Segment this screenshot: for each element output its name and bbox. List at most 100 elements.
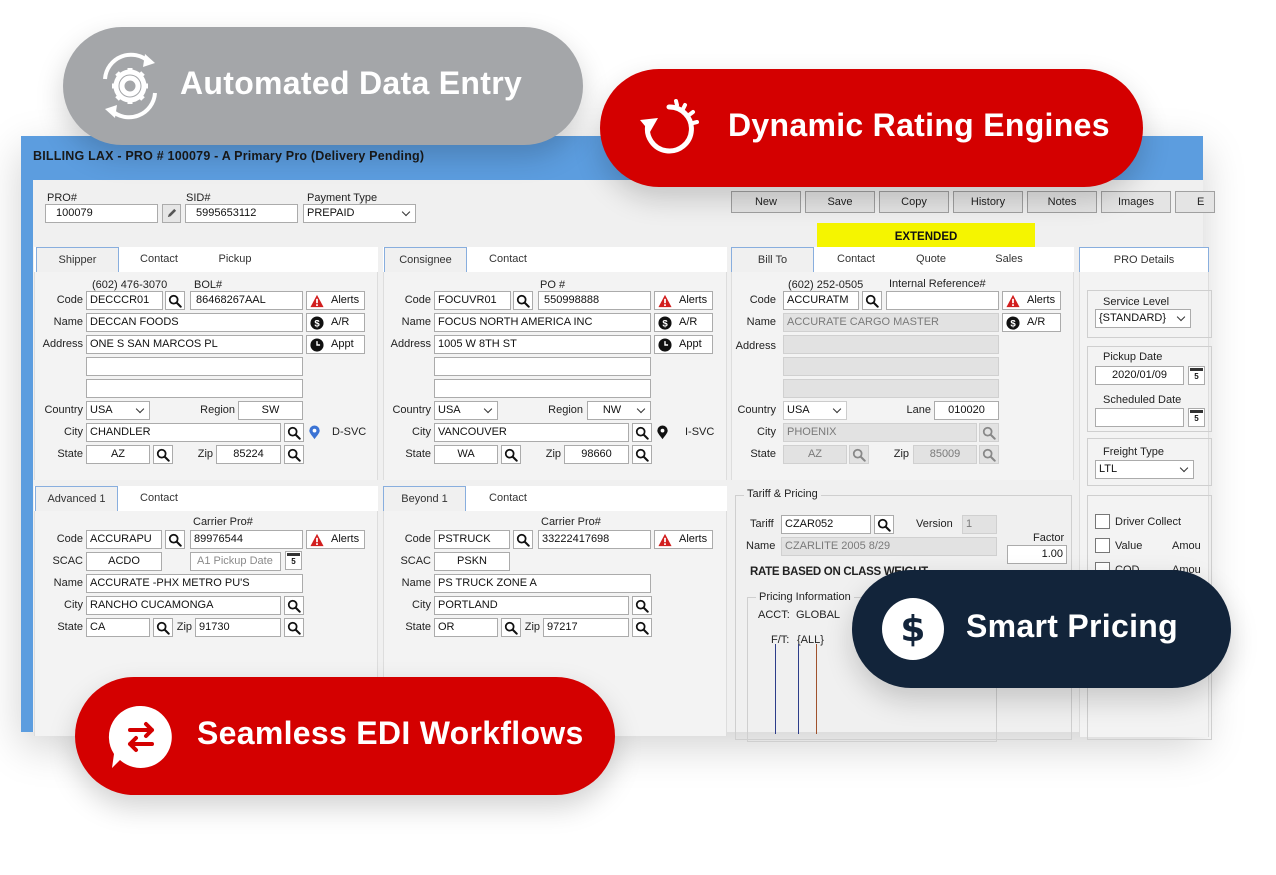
freight-type-select[interactable]: LTL: [1095, 460, 1194, 479]
gear-sync-icon: [103, 52, 157, 120]
tab-shipper[interactable]: Shipper: [36, 247, 119, 272]
a1-pickup-calendar-icon[interactable]: 5: [285, 551, 302, 570]
value-amount-label: Amou: [1172, 540, 1201, 552]
shipper-code-input[interactable]: DECCCR01: [86, 291, 163, 310]
billto-address2-input[interactable]: [783, 357, 999, 376]
billto-name-input[interactable]: ACCURATE CARGO MASTER: [783, 313, 999, 332]
tab-quote[interactable]: Quote: [901, 247, 961, 272]
shipper-state-input[interactable]: AZ: [86, 445, 150, 464]
billto-zip-search-button[interactable]: [979, 445, 999, 464]
pickup-date-input[interactable]: 2020/01/09: [1095, 366, 1184, 385]
beyond-scac-input[interactable]: PSKN: [434, 552, 510, 571]
tab-beyond-contact[interactable]: Contact: [478, 486, 538, 511]
images-button[interactable]: Images: [1101, 191, 1171, 213]
tab-shipper-contact[interactable]: Contact: [129, 247, 189, 272]
shipper-code-search-button[interactable]: [165, 291, 185, 310]
advanced-name-input[interactable]: ACCURATE -PHX METRO PU'S: [86, 574, 303, 593]
search-icon: [287, 448, 301, 462]
edit-pro-button[interactable]: [162, 204, 181, 223]
billto-code-input[interactable]: ACCURATM: [783, 291, 859, 310]
search-icon: [635, 599, 649, 613]
search-icon: [287, 621, 301, 635]
shipper-city-search-button[interactable]: [284, 423, 304, 442]
beyond-state-input[interactable]: OR: [434, 618, 498, 637]
shipper-state-search-button[interactable]: [153, 445, 173, 464]
beyond-zip-input[interactable]: 97217: [543, 618, 629, 637]
shipper-zip-search-button[interactable]: [284, 445, 304, 464]
scheduled-date-label: Scheduled Date: [1103, 394, 1182, 406]
pro-input[interactable]: 100079: [45, 204, 158, 223]
more-toolbar-button[interactable]: E: [1175, 191, 1215, 213]
advanced-carrier-pro-input[interactable]: 89976544: [190, 530, 303, 549]
country-label: Country: [44, 404, 83, 416]
shipper-address2-input[interactable]: [86, 357, 303, 376]
advanced-zip-input[interactable]: 91730: [195, 618, 281, 637]
shipper-name-input[interactable]: DECCAN FOODS: [86, 313, 303, 332]
tariff-name-input[interactable]: CZARLITE 2005 8/29: [781, 537, 997, 556]
scheduled-date-input[interactable]: [1095, 408, 1184, 427]
beyond-carrier-pro-input[interactable]: 33222417698: [538, 530, 651, 549]
tab-pickup[interactable]: Pickup: [204, 247, 266, 272]
zip-label: Zip: [176, 621, 192, 633]
tab-advanced-contact[interactable]: Contact: [129, 486, 189, 511]
tab-sales[interactable]: Sales: [979, 247, 1039, 272]
tab-advanced-1[interactable]: Advanced 1: [35, 486, 118, 511]
beyond-alerts-button[interactable]: Alerts: [654, 530, 713, 549]
billto-address-input[interactable]: [783, 335, 999, 354]
tariff-search-button[interactable]: [874, 515, 894, 534]
sid-input[interactable]: 5995653112: [185, 204, 298, 223]
version-input[interactable]: 1: [962, 515, 997, 534]
scac-label: SCAC: [400, 555, 431, 567]
billto-city-input[interactable]: PHOENIX: [783, 423, 977, 442]
billto-code-search-button[interactable]: [862, 291, 882, 310]
advanced-zip-search-button[interactable]: [284, 618, 304, 637]
advanced-code-search-button[interactable]: [165, 530, 185, 549]
pickup-date-label: Pickup Date: [1103, 351, 1163, 363]
billto-ar-button[interactable]: A/R: [1002, 313, 1061, 332]
lane-input[interactable]: 010020: [934, 401, 999, 420]
seamless-edi-workflows-badge: Seamless EDI Workflows: [75, 677, 615, 795]
billto-address3-input[interactable]: [783, 379, 999, 398]
advanced-state-input[interactable]: CA: [86, 618, 150, 637]
tab-beyond-1[interactable]: Beyond 1: [383, 486, 466, 511]
shipper-country-select[interactable]: USA: [86, 401, 150, 420]
shipper-address-input[interactable]: ONE S SAN MARCOS PL: [86, 335, 303, 354]
advanced-code-input[interactable]: ACCURAPU: [86, 530, 162, 549]
beyond-city-input[interactable]: PORTLAND: [434, 596, 629, 615]
driver-collect-label: Driver Collect: [1115, 516, 1182, 528]
beyond-code-input[interactable]: PSTRUCK: [434, 530, 510, 549]
beyond-city-search-button[interactable]: [632, 596, 652, 615]
seamless-edi-workflows-label: Seamless EDI Workflows: [197, 715, 584, 751]
scheduled-date-calendar-icon[interactable]: 5: [1188, 408, 1205, 427]
advanced-city-search-button[interactable]: [284, 596, 304, 615]
advanced-city-input[interactable]: RANCHO CUCAMONGA: [86, 596, 281, 615]
tab-pro-details[interactable]: PRO Details: [1079, 247, 1209, 272]
beyond-name-input[interactable]: PS TRUCK ZONE A: [434, 574, 651, 593]
billto-alerts-button[interactable]: Alerts: [1002, 291, 1061, 310]
pickup-date-calendar-icon[interactable]: 5: [1188, 366, 1205, 385]
pricing-line: [816, 644, 817, 734]
a1-pickup-date-input[interactable]: A1 Pickup Date: [190, 552, 281, 571]
shipper-city-input[interactable]: CHANDLER: [86, 423, 281, 442]
billto-city-search-button[interactable]: [979, 423, 999, 442]
shipper-region-input[interactable]: SW: [238, 401, 303, 420]
value-checkbox[interactable]: [1095, 538, 1110, 553]
beyond-code-search-button[interactable]: [513, 530, 533, 549]
tariff-input[interactable]: CZAR052: [781, 515, 871, 534]
shipper-zip-input[interactable]: 85224: [216, 445, 281, 464]
billto-state-input[interactable]: AZ: [783, 445, 847, 464]
scac-label: SCAC: [52, 555, 83, 567]
billto-zip-input[interactable]: 85009: [913, 445, 977, 464]
location-pin-icon: [307, 425, 322, 440]
tab-billto-contact[interactable]: Contact: [826, 247, 886, 272]
internal-reference-input[interactable]: [886, 291, 999, 310]
advanced-scac-input[interactable]: ACDO: [86, 552, 162, 571]
billto-country-select[interactable]: USA: [783, 401, 847, 420]
bol-input[interactable]: 86468267AAL: [190, 291, 303, 310]
shipper-address3-input[interactable]: [86, 379, 303, 398]
service-level-select[interactable]: {STANDARD}: [1095, 309, 1191, 328]
beyond-zip-search-button[interactable]: [632, 618, 652, 637]
factor-input[interactable]: 1.00: [1007, 545, 1067, 564]
driver-collect-checkbox[interactable]: [1095, 514, 1110, 529]
billto-state-search-button[interactable]: [849, 445, 869, 464]
